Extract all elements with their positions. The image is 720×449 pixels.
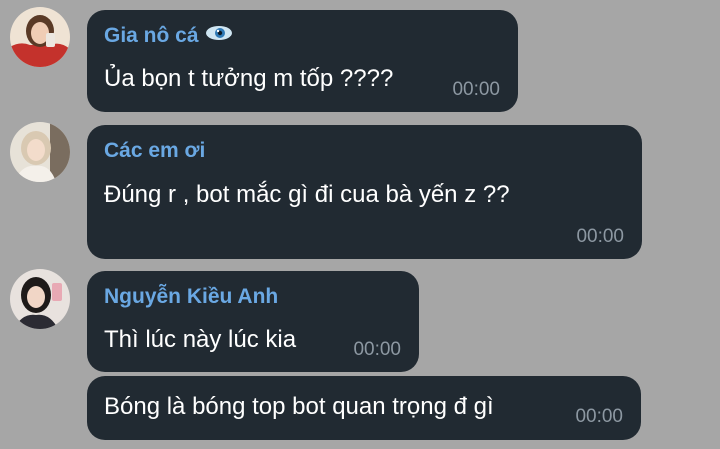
avatar-image <box>10 269 70 329</box>
message-time: 00:00 <box>576 226 624 247</box>
message-time: 00:00 <box>353 339 401 360</box>
message-bubble[interactable]: Bóng là bóng top bot quan trọng đ gì 00:… <box>87 376 641 440</box>
message-text: Đúng r , bot mắc gì đi cua bà yến z ?? <box>104 181 510 208</box>
sender-name[interactable]: Gia nô cá <box>104 24 233 48</box>
avatar-image <box>10 122 70 182</box>
avatar-nguyen-kieu-anh[interactable] <box>10 269 70 329</box>
eye-icon <box>205 24 233 48</box>
sender-name[interactable]: Nguyễn Kiều Anh <box>104 285 278 309</box>
message-text: Ủa bọn t tưởng m tốp ???? <box>104 65 394 92</box>
message-bubble[interactable]: Các em ơi Đúng r , bot mắc gì đi cua bà … <box>87 125 642 259</box>
message-bubble[interactable]: Gia nô cá Ủa bọn t tưởng m tốp ???? 00:0… <box>87 10 518 112</box>
avatar-cac-em-oi[interactable] <box>10 122 70 182</box>
message-time: 00:00 <box>575 406 623 427</box>
message-bubble[interactable]: Nguyễn Kiều Anh Thì lúc này lúc kia 00:0… <box>87 271 419 372</box>
message-text: Thì lúc này lúc kia <box>104 326 297 353</box>
avatar-image <box>10 7 70 67</box>
message-text: Bóng là bóng top bot quan trọng đ gì <box>104 393 494 420</box>
avatar-gia-no-ca[interactable] <box>10 7 70 67</box>
sender-name[interactable]: Các em ơi <box>104 139 205 163</box>
message-time: 00:00 <box>452 79 500 100</box>
